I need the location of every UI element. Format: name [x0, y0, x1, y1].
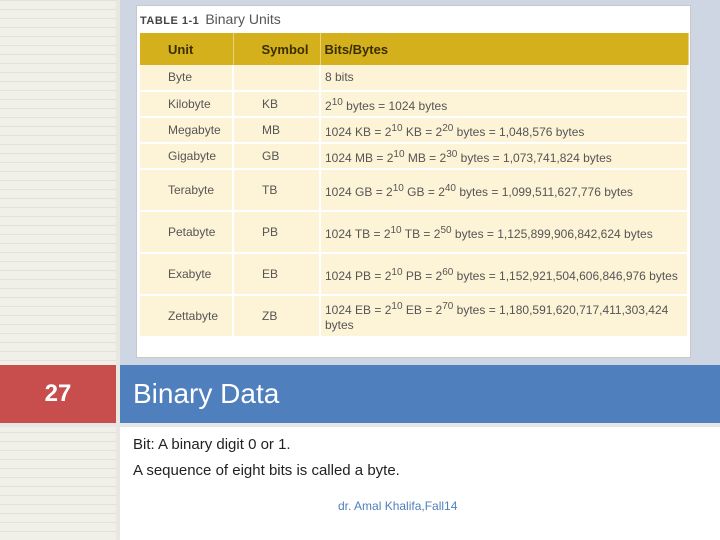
bits-bytes-cell: 1024 KB = 210 KB = 220 bytes = 1,048,576…	[320, 117, 689, 144]
bits-bytes-cell: 1024 MB = 210 MB = 230 bytes = 1,073,741…	[320, 143, 689, 170]
header-unit: Unit	[140, 33, 234, 65]
unit-cell: Terabyte	[140, 169, 234, 212]
header-bits-bytes: Bits/Bytes	[320, 33, 689, 65]
symbol-cell: PB	[233, 211, 321, 254]
unit-cell: Petabyte	[140, 211, 234, 254]
left-decorative-strip	[0, 0, 120, 540]
table-title: Binary Units	[205, 11, 281, 27]
header-symbol: Symbol	[233, 33, 321, 65]
symbol-cell: ZB	[233, 295, 321, 338]
symbol-cell: TB	[233, 169, 321, 212]
bits-bytes-cell: 1024 TB = 210 TB = 250 bytes = 1,125,899…	[320, 211, 689, 254]
bits-bytes-cell: 1024 EB = 210 EB = 270 bytes = 1,180,591…	[320, 295, 689, 338]
table-figure: TABLE 1-1 Binary Units Unit Symbol Bits/B…	[136, 5, 691, 358]
unit-cell: Megabyte	[140, 117, 234, 144]
table-label: TABLE 1-1	[140, 15, 200, 27]
body-line-2: A sequence of eight bits is called a byt…	[133, 462, 400, 479]
body-line-1: Bit: A binary digit 0 or 1.	[133, 436, 291, 453]
footer-author: dr. Amal Khalifa,Fall14	[338, 499, 458, 513]
symbol-cell: KB	[233, 91, 321, 118]
unit-cell: Gigabyte	[140, 143, 234, 170]
table-row: Megabyte MB 1024 KB = 210 KB = 220 bytes =…	[140, 117, 689, 144]
title-underline	[0, 423, 720, 427]
slide-number: 27	[0, 365, 116, 423]
table-row: Zettabyte ZB 1024 EB = 210 EB = 270 bytes …	[140, 295, 689, 338]
table-header-row: Unit Symbol Bits/Bytes	[140, 33, 689, 65]
table-row: Exabyte EB 1024 PB = 210 PB = 260 bytes = …	[140, 253, 689, 296]
symbol-cell: GB	[233, 143, 321, 170]
bits-bytes-cell: 210 bytes = 1024 bytes	[320, 91, 689, 118]
table-caption: TABLE 1-1 Binary Units	[140, 11, 281, 27]
bits-bytes-cell: 8 bits	[320, 65, 689, 92]
table-row: Gigabyte GB 1024 MB = 210 MB = 230 bytes =…	[140, 143, 689, 170]
symbol-cell	[233, 65, 321, 92]
table-row: Kilobyte KB 210 bytes = 1024 bytes	[140, 91, 689, 118]
unit-cell: Zettabyte	[140, 295, 234, 338]
bits-bytes-cell: 1024 PB = 210 PB = 260 bytes = 1,152,921…	[320, 253, 689, 296]
binary-units-table: Unit Symbol Bits/Bytes Byte 8 bits Kilobyt…	[140, 33, 689, 338]
table-row: Terabyte TB 1024 GB = 210 GB = 240 bytes =…	[140, 169, 689, 212]
unit-cell: Kilobyte	[140, 91, 234, 118]
bits-bytes-cell: 1024 GB = 210 GB = 240 bytes = 1,099,511…	[320, 169, 689, 212]
unit-cell: Byte	[140, 65, 234, 92]
symbol-cell: EB	[233, 253, 321, 296]
slide-title: Binary Data	[120, 365, 720, 423]
unit-cell: Exabyte	[140, 253, 234, 296]
symbol-cell: MB	[233, 117, 321, 144]
table-row: Petabyte PB 1024 TB = 210 TB = 250 bytes =…	[140, 211, 689, 254]
table-row: Byte 8 bits	[140, 65, 689, 92]
